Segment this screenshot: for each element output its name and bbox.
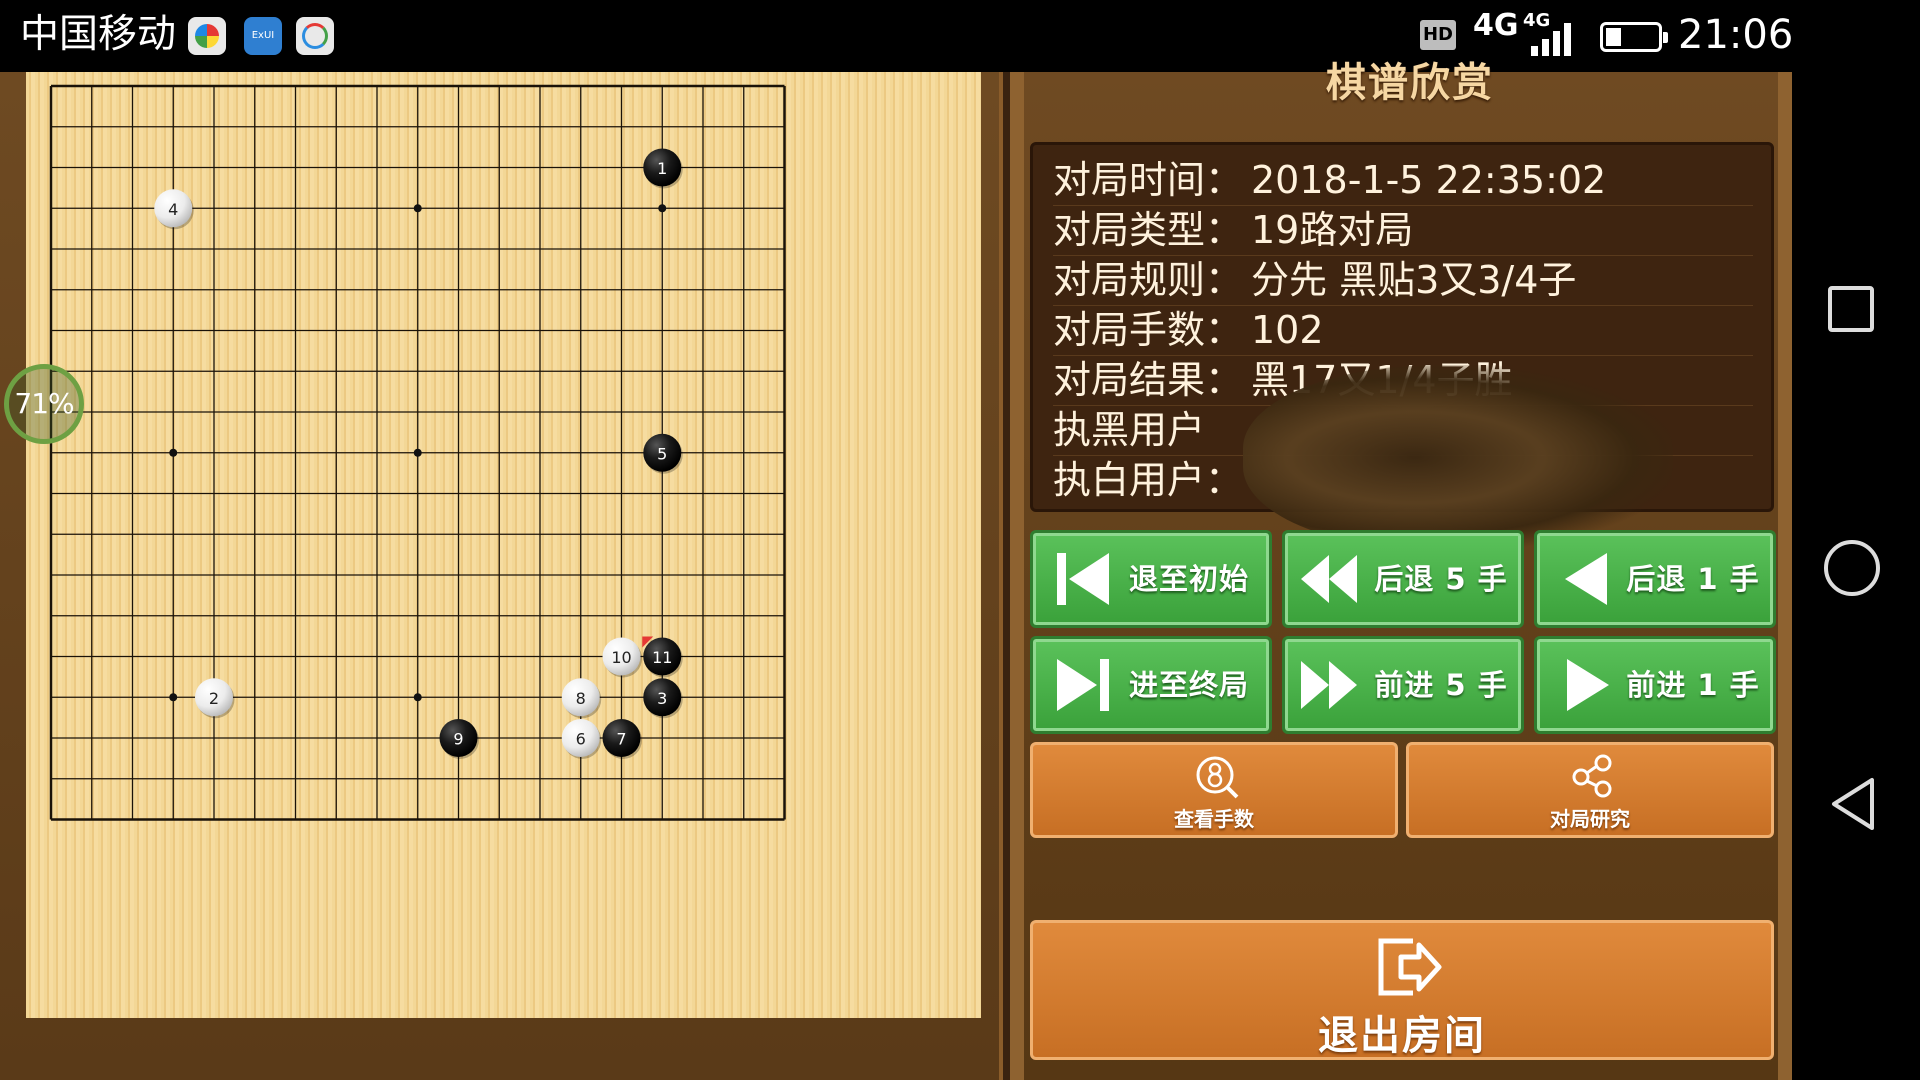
- stone-move-number: 8: [576, 689, 586, 708]
- back-5-button[interactable]: 后退 5 手: [1282, 530, 1524, 628]
- info-label: 执黑用户: [1053, 408, 1206, 452]
- info-value: 分先 黑贴3又3/4子: [1251, 258, 1577, 302]
- info-row-type: 对局类型： 19路对局: [1053, 205, 1753, 256]
- star-point: [169, 693, 178, 702]
- board-frame: 1 2 3 4 5 6 7 8 9 10 11 71%: [0, 72, 1003, 1080]
- button-label: 后退 1 手: [1626, 562, 1760, 596]
- game-record-screen: 1 2 3 4 5 6 7 8 9 10 11 71% 棋谱欣赏 对局时间： 2018-1-5 22:…: [0, 60, 1792, 1080]
- stone-move-number: 10: [611, 648, 631, 667]
- button-label: 后退 5 手: [1374, 562, 1508, 596]
- fast-forward-icon: [1301, 661, 1357, 709]
- back-1-button[interactable]: 后退 1 手: [1534, 530, 1776, 628]
- info-row-time: 对局时间： 2018-1-5 22:35:02: [1053, 155, 1753, 206]
- stone-move-number: 11: [652, 648, 672, 667]
- forward-1-button[interactable]: 前进 1 手: [1534, 636, 1776, 734]
- forward-to-end-button[interactable]: 进至终局: [1030, 636, 1272, 734]
- forward-5-button[interactable]: 前进 5 手: [1282, 636, 1524, 734]
- game-study-button[interactable]: 对局研究: [1406, 742, 1774, 838]
- view-moves-button[interactable]: 查看手数: [1030, 742, 1398, 838]
- sync-app-icon: [296, 17, 334, 55]
- star-point: [658, 204, 667, 213]
- step-forward-icon: [1567, 659, 1609, 711]
- exit-icon: [1378, 938, 1442, 996]
- battery-icon: [1600, 22, 1668, 52]
- info-value: 2018-1-5 22:35:02: [1251, 158, 1607, 202]
- stone-move-number: 6: [576, 730, 586, 749]
- stone-move-number: 5: [657, 444, 667, 463]
- stone-move-number: 9: [453, 730, 463, 749]
- button-label: 退出房间: [1318, 1013, 1486, 1059]
- info-label: 执白用户：: [1053, 458, 1244, 502]
- home-button[interactable]: [1822, 538, 1886, 602]
- skip-to-start-icon: [1057, 553, 1109, 605]
- signal-icon: [1525, 22, 1575, 56]
- skip-to-end-icon: [1057, 659, 1109, 711]
- info-label: 对局类型：: [1053, 208, 1244, 252]
- share-network-icon: [1572, 754, 1612, 798]
- info-row-rules: 对局规则： 分先 黑贴3又3/4子: [1053, 255, 1753, 306]
- info-row-moves: 对局手数： 102: [1053, 305, 1753, 356]
- star-point: [169, 448, 178, 457]
- system-navigation-bar: [1792, 72, 1920, 1080]
- redaction-scribble: [1243, 365, 1673, 550]
- button-label: 对局研究: [1550, 807, 1630, 831]
- carrier-name: 中国移动: [20, 12, 177, 57]
- info-label: 对局手数：: [1053, 308, 1244, 352]
- button-label: 退至初始: [1128, 562, 1249, 596]
- game-info-box: 对局时间： 2018-1-5 22:35:02 对局类型： 19路对局 对局规则：分…: [1030, 142, 1774, 550]
- go-board[interactable]: 1 2 3 4 5 6 7 8 9 10 11: [26, 72, 981, 1018]
- status-bar: 中国移动 ExUI HD 4G 4G 21:06: [0, 0, 1920, 72]
- square-icon: [1828, 286, 1874, 332]
- panel-border-right: [1778, 72, 1792, 1080]
- button-label: 前进 1 手: [1626, 668, 1760, 702]
- info-value: 102: [1251, 308, 1324, 352]
- magnifier-number-icon: [1196, 756, 1239, 799]
- back-button[interactable]: [1822, 772, 1886, 836]
- back-to-start-button[interactable]: 退至初始: [1030, 530, 1272, 628]
- record-panel: 棋谱欣赏 对局时间： 2018-1-5 22:35:02 对局类型： 19路对局 对…: [1010, 60, 1792, 1080]
- exit-room-button[interactable]: 退出房间: [1030, 920, 1774, 1060]
- hd-badge: HD: [1420, 20, 1456, 50]
- panel-title: 棋谱欣赏: [1326, 60, 1494, 106]
- stone-move-number: 7: [616, 730, 626, 749]
- button-label: 查看手数: [1174, 807, 1254, 831]
- star-point: [413, 204, 422, 213]
- back-triangle-icon: [1832, 778, 1874, 830]
- stone-move-number: 4: [168, 200, 178, 219]
- circle-icon: [1824, 540, 1880, 596]
- button-label: 前进 5 手: [1374, 668, 1508, 702]
- browser-app-icon: [188, 17, 226, 55]
- stone-move-number: 1: [657, 159, 667, 178]
- stone-move-number: 3: [657, 689, 667, 708]
- star-point: [413, 693, 422, 702]
- star-point: [413, 448, 422, 457]
- info-label: 对局规则：: [1053, 258, 1244, 302]
- recent-apps-button[interactable]: [1822, 280, 1886, 344]
- exui-app-icon: ExUI: [244, 17, 282, 55]
- button-label: 进至终局: [1128, 668, 1249, 702]
- progress-indicator: 71%: [4, 364, 84, 444]
- info-value: 19路对局: [1251, 208, 1414, 252]
- info-label: 对局结果：: [1053, 358, 1244, 402]
- rewind-icon: [1301, 555, 1357, 603]
- step-back-icon: [1565, 553, 1607, 605]
- info-label: 对局时间：: [1053, 158, 1244, 202]
- stone-move-number: 2: [209, 689, 219, 708]
- panel-border-left: [1010, 72, 1024, 1080]
- board-grid: 1 2 3 4 5 6 7 8 9 10 11: [49, 84, 786, 821]
- clock: 21:06: [1678, 12, 1794, 58]
- network-type-1: 4G: [1473, 8, 1519, 43]
